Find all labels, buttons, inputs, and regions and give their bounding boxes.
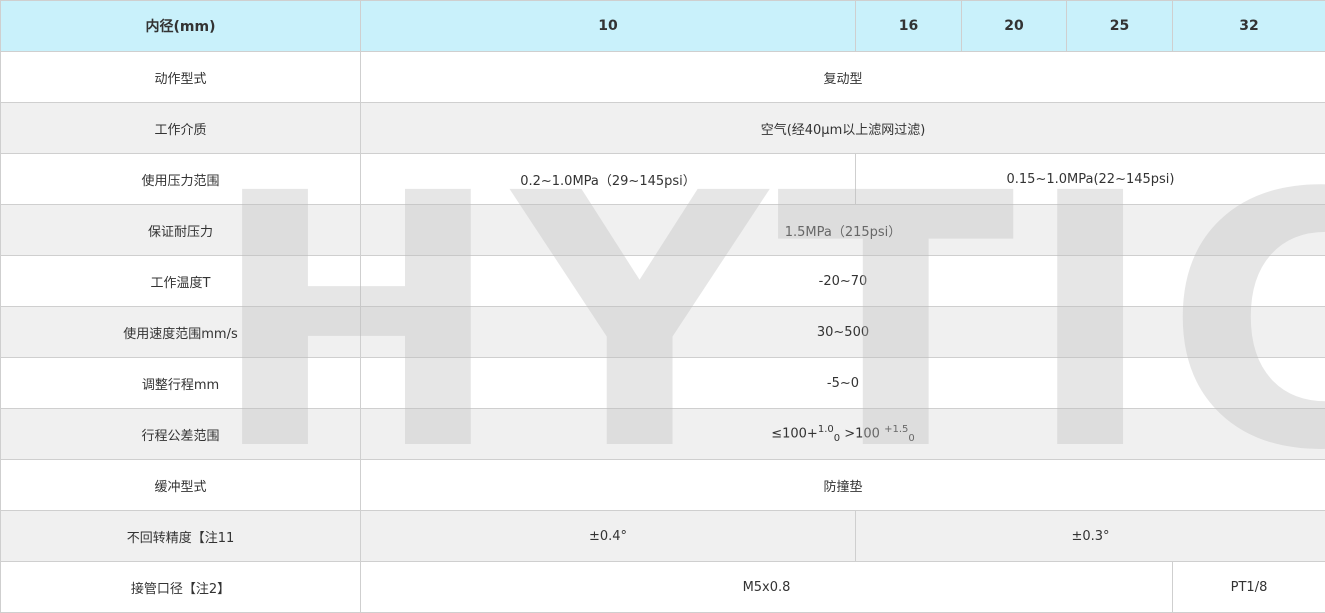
header-label: 内径(mm) [0,0,361,52]
row-label: 缓冲型式 [0,459,361,511]
bore-20: 20 [961,0,1067,52]
table-row: 工作温度T -20~70 [0,255,1325,307]
row-value: M5x0.8 [360,561,1173,613]
tolerance-sub-2: 0 [908,432,915,444]
tolerance-part-2: >100 [840,426,885,442]
tolerance-part-1: ≤100+ [771,426,818,442]
row-value: 空气(经40μm以上滤网过滤) [360,102,1325,154]
row-value: ±0.3° [855,510,1325,562]
table-row: 工作介质 空气(经40μm以上滤网过滤) [0,102,1325,154]
bore-10: 10 [360,0,856,52]
row-value: 防撞垫 [360,459,1325,511]
row-value: 0.2~1.0MPa（29~145psi） [360,153,856,205]
row-label: 接管口径【注2】 [0,561,361,613]
row-value: PT1/8 [1172,561,1325,613]
tolerance-sup-2: +1.5 [884,424,909,436]
row-value: 复动型 [360,51,1325,103]
header-row: 内径(mm) 10 16 20 25 32 [0,0,1325,52]
table-row: 动作型式 复动型 [0,51,1325,103]
table-row: 调整行程mm -5~0 [0,357,1325,409]
table-row: 缓冲型式 防撞垫 [0,459,1325,511]
row-label: 工作温度T [0,255,361,307]
bore-25: 25 [1066,0,1173,52]
row-label: 工作介质 [0,102,361,154]
spec-table: 内径(mm) 10 16 20 25 32 动作型式 复动型 工作介质 空气(经… [0,0,1325,613]
row-label: 使用压力范围 [0,153,361,205]
bore-32: 32 [1172,0,1325,52]
row-value: ≤100+1.00 >100 +1.50 [360,408,1325,460]
row-value: -5~0 [360,357,1325,409]
table-row: 不回转精度【注11 ±0.4° ±0.3° [0,510,1325,562]
tolerance-sup-1: 1.0 [817,424,834,436]
row-label: 行程公差范围 [0,408,361,460]
table-row: 保证耐压力 1.5MPa（215psi） [0,204,1325,256]
row-label: 使用速度范围mm/s [0,306,361,358]
bore-16: 16 [855,0,962,52]
table-row: 使用压力范围 0.2~1.0MPa（29~145psi） 0.15~1.0MPa… [0,153,1325,205]
row-value: 30~500 [360,306,1325,358]
row-label: 保证耐压力 [0,204,361,256]
row-value: -20~70 [360,255,1325,307]
row-value: 1.5MPa（215psi） [360,204,1325,256]
row-label: 动作型式 [0,51,361,103]
row-value: 0.15~1.0MPa(22~145psi) [855,153,1325,205]
table-row: 接管口径【注2】 M5x0.8 PT1/8 [0,561,1325,613]
row-label: 调整行程mm [0,357,361,409]
row-value: ±0.4° [360,510,856,562]
table-row: 使用速度范围mm/s 30~500 [0,306,1325,358]
row-label: 不回转精度【注11 [0,510,361,562]
table-row: 行程公差范围 ≤100+1.00 >100 +1.50 [0,408,1325,460]
